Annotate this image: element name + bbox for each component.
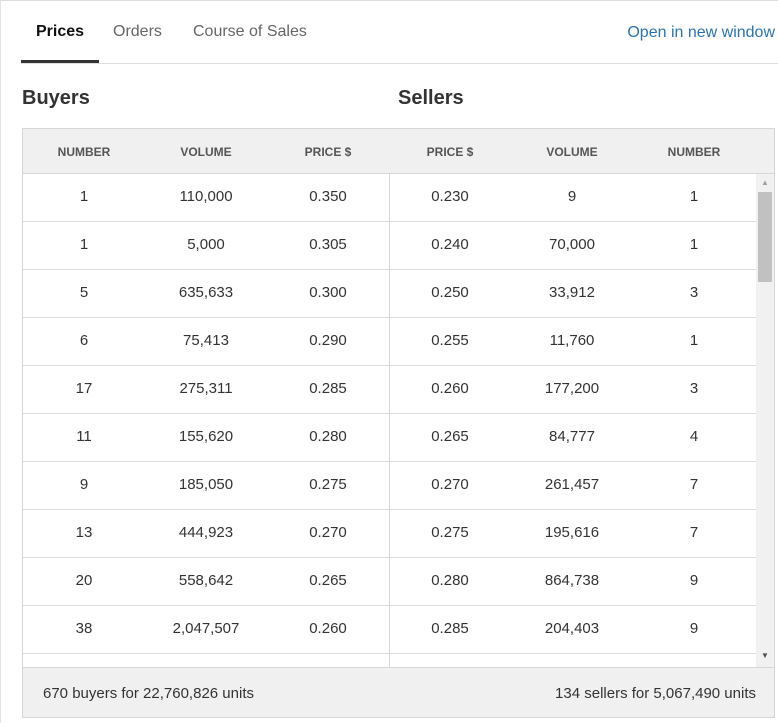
buy-number-cell: 17 xyxy=(75,380,93,397)
buy-price-cell: 0.300 xyxy=(309,284,347,301)
sell-price-cell: 0.260 xyxy=(431,380,469,397)
tab-course-of-sales[interactable]: Course of Sales xyxy=(193,23,307,41)
buy-volume-cell: 110,000 xyxy=(179,188,233,205)
sellers-summary: 134 sellers for 5,067,490 units xyxy=(555,685,756,702)
sell-volume-cell: 195,616 xyxy=(544,524,600,541)
buy-price-cell: 0.280 xyxy=(309,428,347,445)
buy-volume-cell: 558,642 xyxy=(178,572,234,589)
sell-number-cell: 1 xyxy=(689,332,699,349)
sell-price-cell: 0.255 xyxy=(431,332,469,349)
buyers-sellers-divider xyxy=(389,174,390,667)
col-buy-price: PRICE $ xyxy=(304,145,352,159)
buy-price-cell: 0.305 xyxy=(309,236,347,253)
sell-volume-cell: 261,457 xyxy=(544,476,600,493)
sell-number-cell: 3 xyxy=(689,284,699,301)
col-sell-number: NUMBER xyxy=(667,145,721,159)
buy-volume-cell: 444,923 xyxy=(178,524,234,541)
tab-bar: Prices Orders Course of Sales Open in ne… xyxy=(21,1,778,64)
table-footer: 670 buyers for 22,760,826 units 134 sell… xyxy=(23,667,774,717)
sell-price-cell: 0.265 xyxy=(431,428,469,445)
active-tab-indicator xyxy=(21,60,99,63)
buy-volume-cell: 155,620 xyxy=(178,428,234,445)
sell-number-cell: 1 xyxy=(689,188,699,205)
col-sell-price: PRICE $ xyxy=(426,145,474,159)
buy-price-cell: 0.350 xyxy=(309,188,347,205)
buy-price-cell: 0.260 xyxy=(309,620,347,637)
buy-number-cell: 20 xyxy=(75,572,93,589)
sell-volume-cell: 11,760 xyxy=(549,332,595,349)
buy-number-cell: 5 xyxy=(79,284,89,301)
buy-number-cell: 13 xyxy=(75,524,93,541)
open-in-new-window-link[interactable]: Open in new window xyxy=(627,24,775,42)
sell-number-cell: 9 xyxy=(689,620,699,637)
buy-number-cell: 1 xyxy=(79,188,89,205)
buy-number-cell: 11 xyxy=(76,428,92,445)
buyers-title: Buyers xyxy=(22,87,90,109)
buy-price-cell: 0.270 xyxy=(309,524,347,541)
scrollbar-thumb[interactable] xyxy=(758,192,772,282)
col-sell-volume: VOLUME xyxy=(546,145,598,159)
sell-price-cell: 0.275 xyxy=(431,524,469,541)
sellers-title: Sellers xyxy=(398,87,464,109)
depth-table: NUMBER VOLUME PRICE $ PRICE $ VOLUME NUM… xyxy=(22,128,775,718)
down-arrow-icon[interactable]: ▼ xyxy=(756,651,774,661)
buy-volume-cell: 75,413 xyxy=(183,332,229,349)
tab-prices[interactable]: Prices xyxy=(36,23,84,41)
table-header: NUMBER VOLUME PRICE $ PRICE $ VOLUME NUM… xyxy=(23,129,774,174)
buy-volume-cell: 185,050 xyxy=(178,476,234,493)
buy-volume-cell: 635,633 xyxy=(178,284,234,301)
buy-volume-cell: 275,311 xyxy=(179,380,233,397)
sell-number-cell: 9 xyxy=(689,572,699,589)
sell-volume-cell: 84,777 xyxy=(549,428,595,445)
sell-number-cell: 7 xyxy=(689,524,699,541)
sell-price-cell: 0.230 xyxy=(431,188,469,205)
vertical-scrollbar[interactable]: ▲ ▼ xyxy=(756,174,774,667)
sell-number-cell: 4 xyxy=(689,428,699,445)
table-body[interactable]: 38 2,047,507 0.260 0.285 204,403 9 20 558,642 0.… xyxy=(23,174,756,667)
buy-price-cell: 0.290 xyxy=(309,332,347,349)
buy-volume-cell: 2,047,507 xyxy=(172,620,240,637)
sell-volume-cell: 70,000 xyxy=(549,236,595,253)
buy-number-cell: 1 xyxy=(79,236,89,253)
buyers-summary: 670 buyers for 22,760,826 units xyxy=(43,685,254,702)
buy-price-cell: 0.265 xyxy=(309,572,347,589)
sell-number-cell: 7 xyxy=(689,476,699,493)
buy-volume-cell: 5,000 xyxy=(187,236,225,253)
tab-orders[interactable]: Orders xyxy=(113,23,162,41)
col-buy-volume: VOLUME xyxy=(180,145,232,159)
sell-price-cell: 0.240 xyxy=(431,236,469,253)
sell-price-cell: 0.285 xyxy=(431,620,469,637)
buy-number-cell: 9 xyxy=(79,476,89,493)
buy-number-cell: 38 xyxy=(75,620,93,637)
sell-volume-cell: 9 xyxy=(567,188,577,205)
sell-volume-cell: 177,200 xyxy=(544,380,600,397)
sell-price-cell: 0.280 xyxy=(431,572,469,589)
sell-price-cell: 0.270 xyxy=(431,476,469,493)
sell-volume-cell: 204,403 xyxy=(544,620,600,637)
sell-volume-cell: 864,738 xyxy=(544,572,600,589)
sell-number-cell: 1 xyxy=(689,236,699,253)
up-arrow-icon[interactable]: ▲ xyxy=(756,178,774,188)
col-buy-number: NUMBER xyxy=(57,145,111,159)
market-depth-panel: Prices Orders Course of Sales Open in ne… xyxy=(0,0,778,723)
buy-number-cell: 6 xyxy=(79,332,89,349)
sell-number-cell: 3 xyxy=(689,380,699,397)
buy-price-cell: 0.285 xyxy=(309,380,347,397)
sell-volume-cell: 33,912 xyxy=(549,284,595,301)
sell-price-cell: 0.250 xyxy=(431,284,469,301)
buy-price-cell: 0.275 xyxy=(309,476,347,493)
